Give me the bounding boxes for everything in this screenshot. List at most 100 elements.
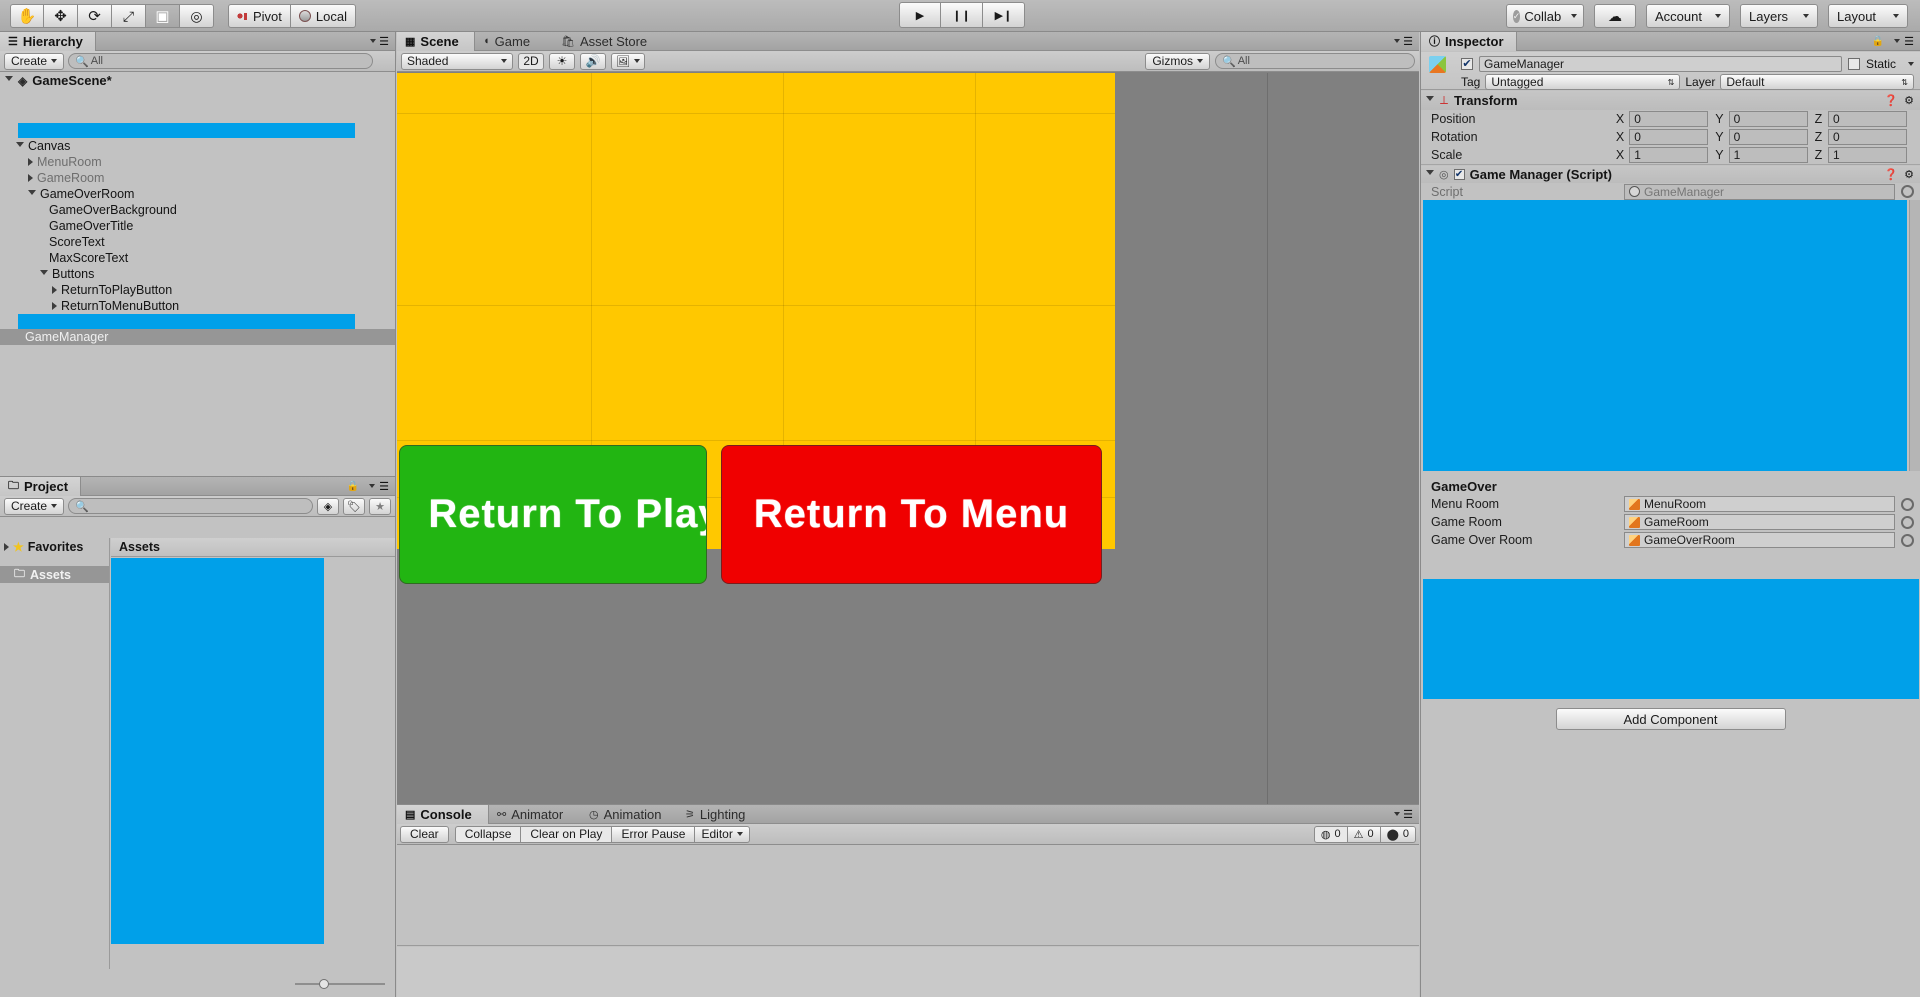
inspector-preview-image[interactable] [1423, 579, 1919, 699]
project-assets-row[interactable]: 🗀 Assets [0, 566, 109, 583]
play-button[interactable]: ▶ [899, 2, 941, 28]
scale-tool-button[interactable]: ⤢ [112, 4, 146, 28]
tab-animator[interactable]: ⚯ Animator [489, 805, 581, 824]
chevron-right-icon[interactable] [28, 174, 33, 182]
chevron-down-icon[interactable] [16, 141, 24, 151]
transform-position-x-input[interactable]: 0 [1629, 111, 1709, 127]
console-options-icon[interactable]: ☰ [1388, 808, 1413, 821]
shading-mode-dropdown[interactable]: Shaded [401, 52, 513, 70]
project-options-icon[interactable]: 🔒 ☰ [347, 480, 389, 493]
step-button[interactable]: ▶❙ [983, 2, 1025, 28]
rotate-tool-button[interactable]: ⟳ [78, 4, 112, 28]
transform-scale-z-input[interactable]: 1 [1828, 147, 1907, 163]
tab-animation[interactable]: ◷ Animation [581, 805, 677, 824]
rect-tool-button[interactable]: ▣ [146, 4, 180, 28]
filter-type-icon[interactable]: ◈ [317, 497, 339, 515]
tab-game[interactable]: ◖ Game [475, 32, 553, 51]
inspector-options-icon[interactable]: 🔒 ☰ [1872, 35, 1914, 48]
hierarchy-item-returntomenubutton[interactable]: ReturnToMenuButton [0, 298, 395, 314]
hierarchy-create-button[interactable]: Create [4, 52, 65, 70]
lock-icon[interactable]: 🔒 [347, 481, 359, 492]
scene-lighting-toggle[interactable]: ☀ [549, 52, 575, 70]
chevron-right-icon[interactable] [4, 542, 9, 551]
filter-label-icon[interactable]: 🏷 [343, 497, 365, 515]
transform-component-header[interactable]: ⟂ Transform ❓ ⚙ [1421, 91, 1920, 110]
gameover-object-field[interactable]: MenuRoom [1624, 496, 1895, 512]
scene-options-icon[interactable]: ☰ [1388, 35, 1413, 48]
chevron-down-icon[interactable] [1426, 170, 1434, 179]
collab-button[interactable]: ✓ Collab [1506, 4, 1584, 28]
local-button[interactable]: Local [290, 4, 356, 28]
object-active-checkbox[interactable]: ✔ [1461, 58, 1473, 70]
script-object-field[interactable]: GameManager [1624, 183, 1895, 200]
transform-scale-y-input[interactable]: 1 [1728, 147, 1808, 163]
pivot-button[interactable]: Pivot [228, 4, 291, 28]
console-collapse-toggle[interactable]: Collapse [454, 825, 522, 843]
chevron-right-icon[interactable] [52, 286, 57, 294]
console-log-list[interactable] [397, 846, 1419, 946]
hierarchy-item-maxscoretext[interactable]: MaxScoreText [0, 250, 395, 266]
script-enabled-checkbox[interactable]: ✔ [1453, 169, 1465, 180]
transform-position-y-input[interactable]: 0 [1728, 111, 1808, 127]
project-search-input[interactable]: 🔍 [68, 498, 313, 514]
toggle-2d-button[interactable]: 2D [518, 52, 544, 70]
hierarchy-item-gamemanager[interactable]: GameManager [0, 329, 395, 345]
tab-project[interactable]: 🗀 Project [0, 476, 82, 496]
object-picker-icon[interactable] [1901, 515, 1914, 529]
tab-lighting[interactable]: ⚞ Lighting [677, 805, 765, 824]
hierarchy-item-gameoverbackground[interactable]: GameOverBackground [0, 202, 395, 218]
transform-rotation-z-input[interactable]: 0 [1828, 129, 1907, 145]
scene-viewport[interactable]: Return To Play Return To Menu [397, 73, 1419, 804]
account-button[interactable]: Account [1646, 4, 1730, 28]
hierarchy-search-input[interactable]: 🔍 All [68, 53, 374, 69]
transform-tool-button[interactable]: ◎ [180, 4, 214, 28]
help-icon[interactable]: ❓ [1884, 94, 1898, 107]
scene-audio-toggle[interactable]: 🔊 [580, 52, 606, 70]
console-error-count[interactable]: ⬤ 0 [1380, 825, 1416, 843]
tab-scene[interactable]: ▦ Scene [397, 31, 475, 51]
layout-button[interactable]: Layout [1828, 4, 1908, 28]
return-to-play-button[interactable]: Return To Play [399, 445, 707, 584]
hand-tool-button[interactable]: ✋ [10, 4, 44, 28]
add-component-button[interactable]: Add Component [1555, 708, 1786, 730]
script-preview-scrollbar[interactable] [1909, 200, 1920, 471]
gizmos-dropdown[interactable]: Gizmos [1145, 52, 1210, 70]
filter-favorite-icon[interactable]: ★ [369, 497, 391, 515]
tab-console[interactable]: ▤ Console [397, 804, 489, 824]
chevron-down-icon[interactable] [40, 269, 48, 279]
tab-inspector[interactable]: ⓘ Inspector [1421, 31, 1517, 51]
hierarchy-item-gameoverroom[interactable]: GameOverRoom [0, 186, 395, 202]
hierarchy-scene-root[interactable]: ◈ GameScene* [0, 72, 395, 89]
hierarchy-item-blank[interactable] [18, 314, 355, 329]
tab-asset-store[interactable]: 🛍 Asset Store [553, 32, 673, 51]
lock-icon[interactable]: 🔒 [1872, 36, 1884, 47]
transform-scale-x-input[interactable]: 1 [1629, 147, 1709, 163]
chevron-down-icon[interactable] [1908, 62, 1914, 66]
script-preview-image[interactable] [1423, 200, 1907, 471]
project-zoom-slider[interactable] [295, 977, 385, 991]
hierarchy-item-canvas[interactable]: Canvas [0, 138, 395, 154]
console-warning-count[interactable]: ⚠ 0 [1347, 825, 1381, 843]
hierarchy-item-buttons[interactable]: Buttons [0, 266, 395, 282]
tag-dropdown[interactable]: Untagged ⇅ [1485, 74, 1681, 90]
project-favorites-row[interactable]: ★ Favorites [0, 538, 109, 555]
static-checkbox[interactable] [1847, 58, 1860, 70]
console-editor-dropdown[interactable]: Editor [695, 825, 750, 843]
tab-hierarchy[interactable]: ☰ Hierarchy [0, 31, 96, 51]
object-name-input[interactable]: GameManager [1479, 56, 1842, 72]
gameover-object-field[interactable]: GameRoom [1624, 514, 1895, 530]
object-picker-icon[interactable] [1901, 497, 1914, 511]
gear-icon[interactable]: ⚙ [1904, 94, 1914, 107]
chevron-down-icon[interactable] [28, 189, 36, 199]
console-info-count[interactable]: ◍ 0 [1313, 825, 1348, 843]
return-to-menu-button[interactable]: Return To Menu [721, 445, 1102, 584]
transform-position-z-input[interactable]: 0 [1828, 111, 1907, 127]
console-clear-on-play-toggle[interactable]: Clear on Play [521, 825, 613, 843]
pause-button[interactable]: ❙❙ [941, 2, 983, 28]
project-create-button[interactable]: Create [4, 497, 65, 515]
script-picker-icon[interactable] [1901, 185, 1914, 198]
help-icon[interactable]: ❓ [1884, 168, 1898, 181]
chevron-down-icon[interactable] [5, 76, 13, 85]
gear-icon[interactable]: ⚙ [1904, 168, 1914, 181]
console-clear-button[interactable]: Clear [400, 825, 449, 843]
